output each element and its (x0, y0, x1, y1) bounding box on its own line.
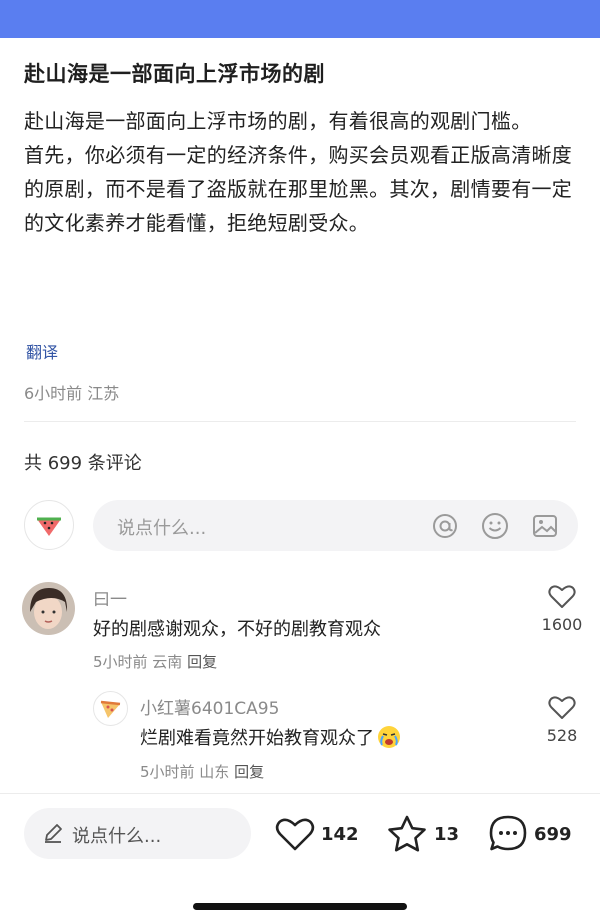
comment-input-placeholder: 说点什么... (117, 518, 207, 539)
favorite-total: 13 (434, 823, 460, 845)
comment-meta: 5小时前 山东 回复 (140, 761, 264, 782)
post-paragraph-1: 赴山海是一部面向上浮市场的剧，有着很高的观剧门槛。 (24, 109, 532, 133)
post-body: 赴山海是一部面向上浮市场的剧，有着很高的观剧门槛。 首先，你必须有一定的经济条件… (24, 104, 576, 240)
divider (24, 421, 576, 422)
star-icon (388, 815, 426, 852)
comment-text: 烂剧难看竟然开始教育观众了 (140, 728, 374, 749)
reply-button[interactable]: 回复 (187, 653, 217, 671)
heart-icon (275, 818, 315, 851)
comment-like[interactable]: 1600 (532, 583, 592, 634)
heart-icon (548, 696, 576, 719)
post-meta: 6小时前 江苏 (24, 384, 120, 403)
comment-button[interactable]: 699 (488, 814, 572, 854)
heart-icon (548, 585, 576, 608)
at-icon[interactable] (431, 512, 459, 540)
commenter-avatar[interactable] (22, 582, 75, 635)
pencil-icon (45, 824, 62, 843)
comment-text-wrap: 烂剧难看竟然开始教育观众了 (140, 724, 402, 750)
translate-link[interactable]: 翻译 (26, 339, 58, 363)
favorite-button[interactable]: 13 (386, 814, 459, 854)
image-icon[interactable] (531, 512, 559, 540)
watermelon-icon (37, 517, 61, 536)
top-status-bar (0, 0, 600, 38)
comment-input[interactable]: 说点什么... (93, 500, 578, 551)
comment-time: 5小时前 山东 (140, 763, 230, 781)
emoji-icon[interactable] (481, 512, 509, 540)
post-paragraph-2: 首先，你必须有一定的经济条件，购买会员观看正版高清晰度的原剧，而不是看了盗版就在… (24, 143, 573, 235)
comment-count: 共 699 条评论 (24, 453, 142, 474)
home-indicator[interactable] (193, 903, 407, 910)
comment-bubble-icon (489, 815, 527, 851)
like-count: 1600 (541, 615, 583, 634)
like-count: 528 (546, 726, 578, 745)
bottom-input-placeholder: 说点什么... (72, 826, 162, 847)
comment-like[interactable]: 528 (532, 694, 592, 745)
commenter-name[interactable]: 小红薯6401CA95 (140, 694, 279, 719)
bottom-comment-input[interactable]: 说点什么... (24, 808, 251, 859)
crying-emoji-icon (378, 726, 400, 748)
commenter-avatar[interactable] (93, 691, 128, 726)
like-total: 142 (321, 823, 359, 845)
comment-text: 好的剧感谢观众，不好的剧教育观众 (93, 619, 381, 640)
reply-button[interactable]: 回复 (234, 763, 264, 781)
comment-meta: 5小时前 云南 回复 (93, 651, 217, 672)
comment-time: 5小时前 云南 (93, 653, 183, 671)
comment-total: 699 (534, 823, 572, 845)
post-title: 赴山海是一部面向上浮市场的剧 (24, 62, 325, 86)
my-avatar[interactable] (24, 500, 74, 550)
bottom-divider (0, 793, 600, 794)
like-button[interactable]: 142 (275, 814, 359, 854)
commenter-name[interactable]: 曰一 (93, 585, 127, 610)
